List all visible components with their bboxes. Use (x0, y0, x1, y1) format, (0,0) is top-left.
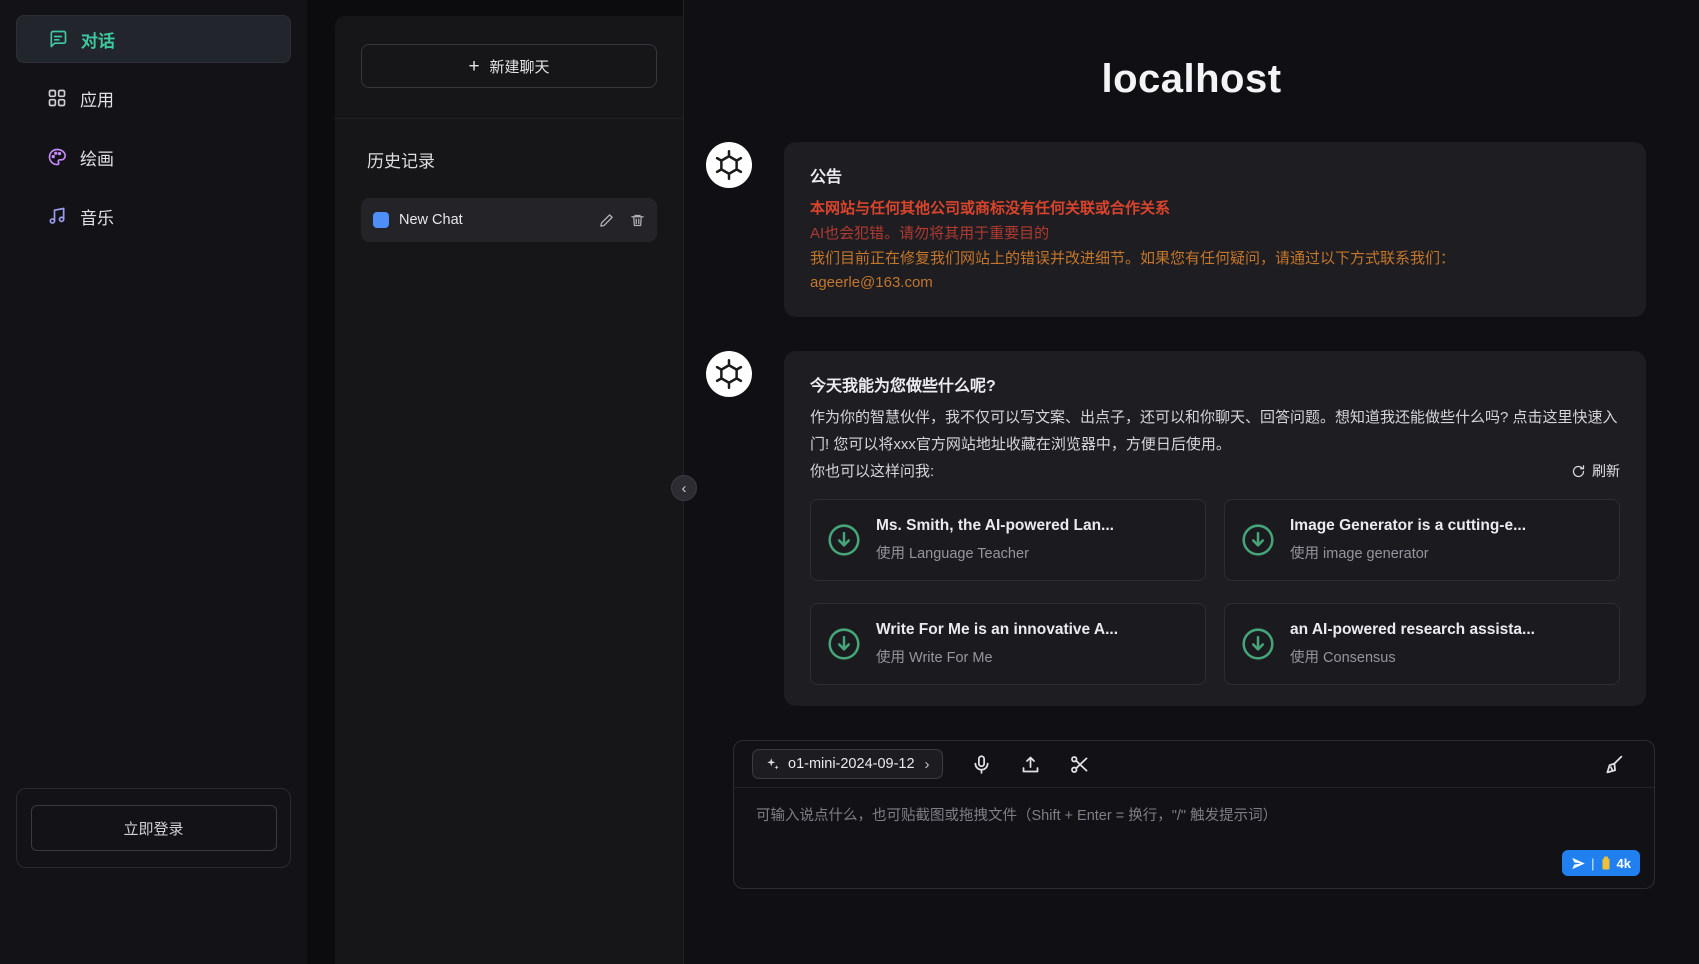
broom-icon (1603, 754, 1624, 775)
assistant-message: 今天我能为您做些什么呢? 作为你的智慧伙伴，我不仅可以写文案、出点子，还可以和你… (706, 351, 1699, 706)
announcement-title: 公告 (810, 163, 1620, 187)
announcement-line-3: 我们目前正在修复我们网站上的错误并改进细节。如果您有任何疑问，请通过以下方式联系… (810, 247, 1620, 272)
announcement-card: 公告 本网站与任何其他公司或商标没有任何关联或合作关系 AI也会犯错。请勿将其用… (784, 142, 1646, 317)
cut-button[interactable] (1069, 754, 1090, 775)
chat-item-title: New Chat (399, 212, 583, 228)
circle-arrow-down-icon (1240, 522, 1276, 558)
upload-icon (1020, 754, 1041, 775)
new-chat-button[interactable]: + 新建聊天 (361, 44, 657, 88)
sidebar-item-label: 对话 (81, 27, 115, 52)
suggestion-grid: Ms. Smith, the AI-powered Lan... 使用 Lang… (810, 499, 1620, 685)
assistant-message: 公告 本网站与任何其他公司或商标没有任何关联或合作关系 AI也会犯错。请勿将其用… (706, 142, 1699, 317)
history-list: 历史记录 New Chat (335, 119, 683, 270)
music-note-icon (47, 206, 67, 226)
sidebar: 对话 应用 绘画 音乐 立即登录 (0, 0, 307, 964)
sidebar-item-label: 音乐 (80, 204, 114, 229)
suggestion-title: Write For Me is an innovative A... (876, 621, 1118, 639)
mic-button[interactable] (971, 754, 992, 775)
refresh-icon (1571, 464, 1586, 479)
chat-history-item[interactable]: New Chat (361, 198, 657, 242)
suggestion-card-1[interactable]: Ms. Smith, the AI-powered Lan... 使用 Lang… (810, 499, 1206, 581)
pencil-icon (599, 213, 614, 228)
chat-item-icon (373, 212, 389, 228)
composer-toolbar: o1-mini-2024-09-12 › (734, 741, 1654, 788)
welcome-title: 今天我能为您做些什么呢? (810, 372, 1620, 396)
clear-context-button[interactable] (1603, 754, 1624, 775)
badge-divider: | (1591, 856, 1594, 871)
history-title: 历史记录 (367, 147, 657, 172)
token-count: 4k (1617, 856, 1631, 871)
ask-hint: 你也可以这样问我: (810, 458, 934, 485)
model-label: o1-mini-2024-09-12 (788, 756, 915, 772)
announcement-line-1: 本网站与任何其他公司或商标没有任何关联或合作关系 (810, 197, 1620, 222)
sidebar-item-chat[interactable]: 对话 (16, 15, 291, 63)
history-panel: + 新建聊天 历史记录 New Chat (335, 16, 683, 964)
sidebar-item-apps[interactable]: 应用 (16, 74, 291, 122)
announcement-line-2: AI也会犯错。请勿将其用于重要目的 (810, 222, 1620, 247)
circle-arrow-down-icon (1240, 626, 1276, 662)
suggestion-title: Ms. Smith, the AI-powered Lan... (876, 517, 1114, 535)
chevron-left-icon: ‹ (682, 480, 687, 497)
login-box: 立即登录 (16, 788, 291, 868)
apps-grid-icon (47, 88, 67, 108)
message-input[interactable] (734, 788, 1654, 888)
plus-icon: + (468, 57, 479, 76)
scissors-icon (1069, 754, 1090, 775)
chat-main: ‹ localhost 公告 (683, 0, 1699, 964)
sidebar-item-label: 应用 (80, 86, 114, 111)
composer: o1-mini-2024-09-12 › (733, 740, 1655, 889)
refresh-button[interactable]: 刷新 (1571, 459, 1620, 484)
suggestion-title: Image Generator is a cutting-e... (1290, 517, 1526, 535)
battery-icon (1600, 856, 1612, 870)
sidebar-item-paint[interactable]: 绘画 (16, 133, 291, 181)
suggestion-subtitle: 使用 image generator (1290, 542, 1526, 563)
openai-logo-icon (714, 359, 744, 389)
contact-email-link[interactable]: ageerle@163.com (810, 271, 933, 296)
suggestion-card-2[interactable]: Image Generator is a cutting-e... 使用 ima… (1224, 499, 1620, 581)
ask-hint-row: 你也可以这样问我: 刷新 (810, 458, 1620, 485)
openai-logo-icon (714, 150, 744, 180)
new-chat-section: + 新建聊天 (335, 16, 683, 119)
send-token-badge[interactable]: | 4k (1562, 850, 1640, 876)
suggestion-subtitle: 使用 Write For Me (876, 646, 1118, 667)
edit-chat-button[interactable] (599, 213, 614, 228)
microphone-icon (971, 754, 992, 775)
chevron-right-icon: › (925, 756, 930, 773)
trash-icon (630, 213, 645, 228)
suggestion-title: an AI-powered research assista... (1290, 621, 1535, 639)
refresh-label: 刷新 (1592, 459, 1620, 484)
login-button[interactable]: 立即登录 (31, 805, 277, 851)
welcome-body: 作为你的智慧伙伴，我不仅可以写文案、出点子，还可以和你聊天、回答问题。想知道我还… (810, 404, 1620, 458)
chat-bubble-icon (48, 29, 68, 49)
send-icon (1571, 856, 1586, 871)
circle-arrow-down-icon (826, 626, 862, 662)
delete-chat-button[interactable] (630, 213, 645, 228)
suggestion-card-4[interactable]: an AI-powered research assista... 使用 Con… (1224, 603, 1620, 685)
new-chat-label: 新建聊天 (490, 56, 550, 77)
app-root: 对话 应用 绘画 音乐 立即登录 + 新建聊天 历史记录 (0, 0, 1699, 964)
assistant-avatar (706, 351, 752, 397)
sparkle-icon (765, 757, 780, 772)
collapse-sidebar-button[interactable]: ‹ (671, 475, 697, 501)
sidebar-item-label: 绘画 (80, 145, 114, 170)
composer-body: | 4k (734, 788, 1654, 888)
suggestion-subtitle: 使用 Consensus (1290, 646, 1535, 667)
palette-icon (47, 147, 67, 167)
model-selector-button[interactable]: o1-mini-2024-09-12 › (752, 749, 943, 779)
circle-arrow-down-icon (826, 522, 862, 558)
upload-button[interactable] (1020, 754, 1041, 775)
sidebar-item-music[interactable]: 音乐 (16, 192, 291, 240)
suggestion-subtitle: 使用 Language Teacher (876, 542, 1114, 563)
page-title: localhost (684, 56, 1699, 102)
welcome-card: 今天我能为您做些什么呢? 作为你的智慧伙伴，我不仅可以写文案、出点子，还可以和你… (784, 351, 1646, 706)
suggestion-card-3[interactable]: Write For Me is an innovative A... 使用 Wr… (810, 603, 1206, 685)
assistant-avatar (706, 142, 752, 188)
